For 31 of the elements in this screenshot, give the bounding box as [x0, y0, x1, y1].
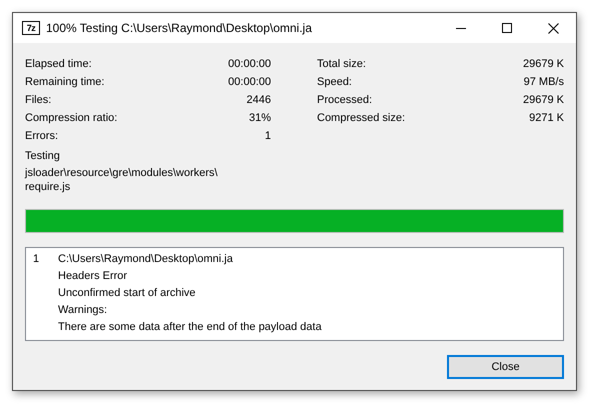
maximize-icon [502, 23, 512, 33]
stat-value: 2446 [246, 94, 271, 106]
stat-value: 00:00:00 [228, 58, 271, 70]
stat-label: Compression ratio: [25, 112, 118, 124]
log-line: C:\Users\Raymond\Desktop\omni.ja [58, 252, 234, 267]
stat-label: Compressed size: [317, 112, 406, 124]
stat-value: 97 MB/s [524, 76, 564, 88]
stat-value: 29679 K [523, 58, 564, 70]
stat-value: 9271 K [529, 112, 564, 124]
stat-label: Files: [25, 94, 52, 106]
stat-label: Total size: [317, 58, 366, 70]
stat-value: 31% [248, 112, 271, 124]
stat-label: Remaining time: [25, 76, 104, 88]
close-icon [548, 22, 558, 34]
log-line: Warnings: [58, 303, 108, 318]
log-line: There are some data after the end of the payload data [58, 320, 322, 335]
stat-value: 1 [264, 130, 271, 142]
close-button[interactable]: Close [447, 355, 564, 379]
stat-label: Elapsed time: [25, 58, 92, 70]
current-file-path: jsloader\resource\gre\modules\workers\ require.js [25, 166, 219, 194]
stat-label: Speed: [317, 76, 352, 88]
operation-label: Testing [25, 149, 61, 164]
log-number: 1 [33, 252, 40, 267]
log-line: Unconfirmed start of archive [58, 286, 197, 301]
log-line: Headers Error [58, 269, 128, 284]
app-icon: 7z [22, 21, 40, 35]
stat-value: 00:00:00 [228, 76, 271, 88]
window-title: 100% Testing C:\Users\Raymond\Desktop\omni.ja [46, 21, 313, 35]
stat-label: Processed: [317, 94, 372, 106]
stat-value: 29679 K [523, 94, 564, 106]
stat-label: Errors: [25, 130, 58, 142]
